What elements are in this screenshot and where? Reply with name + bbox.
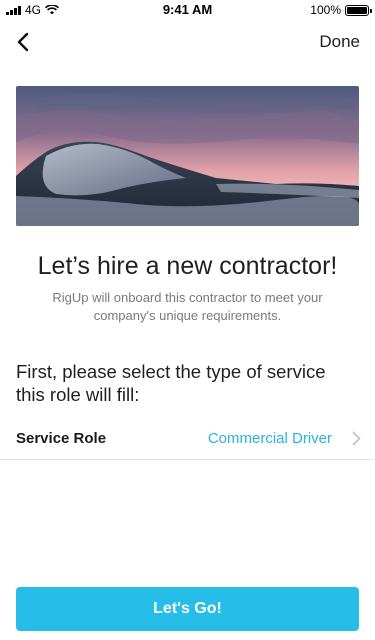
battery-icon [345,4,372,16]
battery-percent: 100% [310,3,341,17]
lets-go-button[interactable]: Let's Go! [16,587,359,631]
service-role-value: Commercial Driver [207,430,332,447]
status-bar: 4G 9:41 AM 100% [0,0,375,20]
chevron-left-icon [17,32,29,52]
service-role-label: Service Role [16,430,107,447]
hero-image [16,86,359,226]
service-role-selector[interactable]: Service Role Commercial Driver [0,418,375,460]
page-subtitle: RigUp will onboard this contractor to me… [52,290,323,323]
status-right: 100% [310,3,372,17]
service-type-prompt: First, please select the type of service… [16,361,326,405]
chevron-right-icon [352,431,361,446]
page-title: Let’s hire a new contractor! [37,252,338,280]
back-button[interactable] [10,28,36,56]
done-button[interactable]: Done [319,32,360,52]
battery-level [347,6,367,14]
